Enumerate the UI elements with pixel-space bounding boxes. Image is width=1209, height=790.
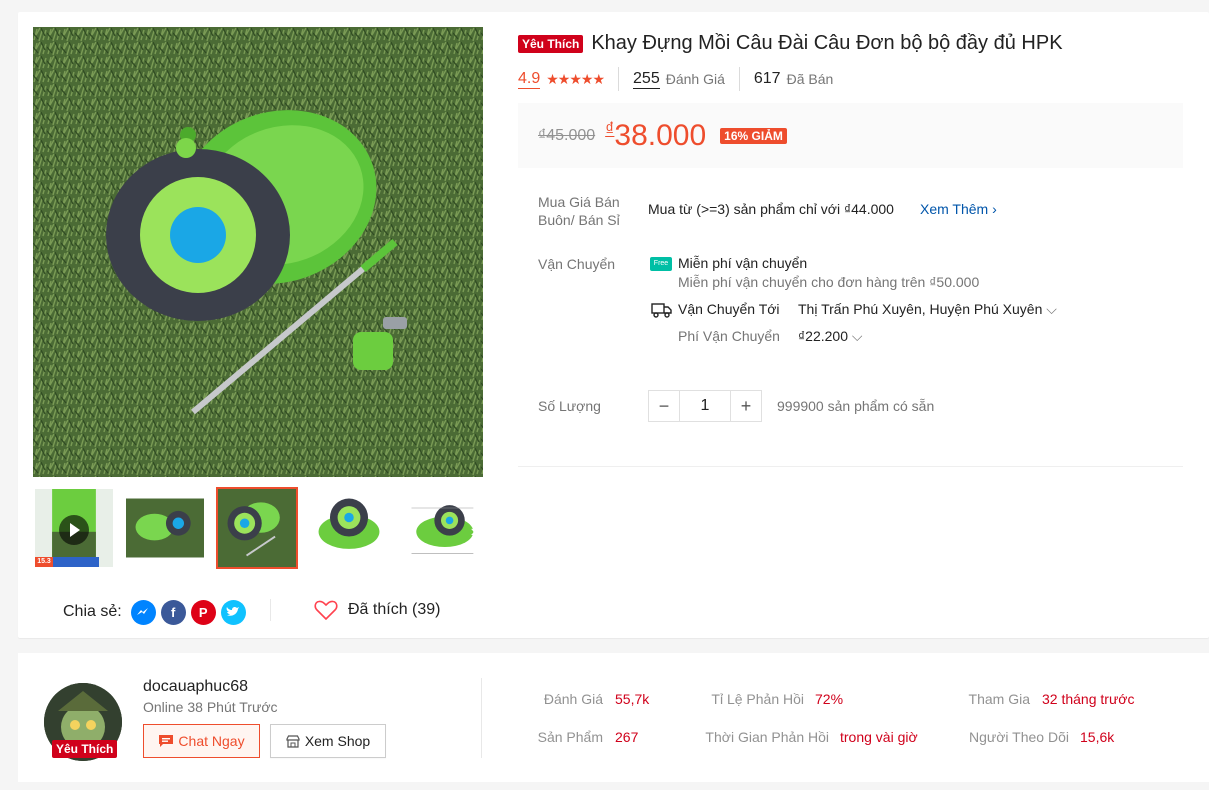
shop-name[interactable]: docauaphuc68 <box>143 678 248 696</box>
video-thumbnail[interactable]: 15.3 <box>33 487 115 569</box>
heart-icon <box>314 600 338 620</box>
stat-value-response-time: trong vài giờ <box>840 729 918 745</box>
free-shipping-subtitle: Miễn phí vận chuyển cho đơn hàng trên ₫5… <box>678 274 980 290</box>
original-price: ₫45.000 <box>538 126 596 144</box>
play-icon[interactable] <box>59 515 89 545</box>
thumbnail-4[interactable] <box>308 487 390 569</box>
product-card: 15.3 › Chia sẻ: f P Đã thích (39) Yêu Th… <box>18 12 1209 638</box>
chevron-right-icon[interactable]: › <box>471 523 476 541</box>
stat-value-joined: 32 tháng trước <box>1042 691 1135 707</box>
discount-badge: 16% GIẢM <box>720 127 787 144</box>
truck-icon <box>651 301 673 324</box>
free-shipping-icon: Free <box>650 257 672 271</box>
rating-separator <box>618 67 620 91</box>
shipping-label: Vận Chuyển <box>538 256 616 272</box>
video-badge: 15.3 <box>35 557 99 567</box>
thumbnail-strip: 15.3 › <box>33 487 483 571</box>
product-main-image[interactable] <box>33 27 483 477</box>
rating-value[interactable]: 4.9 <box>518 70 541 89</box>
ship-fee-dropdown[interactable]: ₫22.200 ⌵ <box>798 328 863 345</box>
stat-value-products[interactable]: 267 <box>615 729 638 745</box>
thumbnail-2[interactable] <box>124 487 206 569</box>
rating-row: 4.9 ★★★★★ 255 Đánh Giá 617 Đã Bán <box>518 67 834 91</box>
section-divider <box>518 466 1183 467</box>
rating-stars-icon: ★★★★★ <box>546 70 605 87</box>
wholesale-text: Mua từ (>=3) sản phẩm chỉ với ₫44.000 <box>648 201 894 217</box>
chat-icon <box>159 735 174 747</box>
like-count-label: Đã thích (39) <box>348 601 441 618</box>
product-title: Khay Đựng Mồi Câu Đài Câu Đơn bộ bộ đầy … <box>591 32 1063 54</box>
pinterest-icon[interactable]: P <box>190 599 216 625</box>
chat-now-button[interactable]: Chat Ngay <box>143 724 260 758</box>
ship-to-label: Vận Chuyển Tới <box>678 301 780 317</box>
chevron-down-icon: ⌵ <box>851 328 863 344</box>
stat-label-response-rate: Tỉ Lệ Phản Hồi <box>711 691 804 707</box>
ship-fee-label: Phí Vận Chuyển <box>678 328 780 344</box>
wholesale-more-link[interactable]: Xem Thêm › <box>920 201 997 217</box>
stat-label-products: Sản Phẩm <box>537 729 603 745</box>
messenger-icon[interactable] <box>130 599 156 625</box>
stat-label-ratings: Đánh Giá <box>543 691 603 707</box>
stat-label-followers: Người Theo Dõi <box>968 729 1069 745</box>
shop-online-status: Online 38 Phút Trước <box>143 699 278 715</box>
view-shop-button[interactable]: Xem Shop <box>270 724 386 758</box>
stat-value-ratings: 55,7k <box>615 691 650 707</box>
stat-value-followers: 15,6k <box>1080 729 1115 745</box>
thumbnail-3-selected[interactable] <box>216 487 298 569</box>
quantity-increase-button[interactable]: + <box>730 390 762 422</box>
share-label: Chia sẻ: <box>63 603 122 620</box>
shop-icon <box>286 734 300 748</box>
stat-label-joined: Tham Gia <box>968 691 1030 707</box>
share-row: Chia sẻ: f P <box>63 597 246 627</box>
share-divider <box>270 599 271 621</box>
quantity-label: Số Lượng <box>538 398 601 414</box>
current-price: 38.000 <box>614 118 707 152</box>
thumbnail-5[interactable]: › <box>400 487 482 569</box>
stat-label-response-time: Thời Gian Phản Hồi <box>705 729 829 745</box>
twitter-icon[interactable] <box>220 599 246 625</box>
stock-available: 999900 sản phẩm có sẵn <box>777 398 935 414</box>
ship-to-dropdown[interactable]: Thị Trấn Phú Xuyên, Huyện Phú Xuyên ⌵ <box>798 301 1057 318</box>
sold-label: Đã Bán <box>786 71 834 87</box>
product-title-row: Yêu Thích Khay Đựng Mồi Câu Đài Câu Đơn … <box>518 32 1063 55</box>
shop-favorite-badge: Yêu Thích <box>52 740 118 758</box>
stat-value-response-rate: 72% <box>815 691 844 707</box>
shop-divider <box>481 678 482 758</box>
sold-count: 617 <box>753 70 781 87</box>
price-box: ₫45.000 ₫ 38.000 16% GIẢM <box>518 103 1183 168</box>
quantity-input[interactable]: 1 <box>680 390 730 422</box>
shop-card: Yêu Thích docauaphuc68 Online 38 Phút Tr… <box>18 653 1209 782</box>
sold-separator <box>738 67 740 91</box>
currency-symbol: ₫ <box>605 119 615 139</box>
reviews-count[interactable]: 255 <box>633 70 660 89</box>
facebook-icon[interactable]: f <box>160 599 186 625</box>
chevron-down-icon: ⌵ <box>1046 301 1057 317</box>
reviews-label: Đánh Giá <box>665 71 725 87</box>
free-shipping-title: Miễn phí vận chuyển <box>678 255 808 271</box>
favorite-badge: Yêu Thích <box>518 34 584 53</box>
wholesale-label: Mua Giá Bán Buôn/ Bán Sỉ <box>538 194 620 228</box>
quantity-stepper: − 1 + <box>648 390 762 422</box>
chevron-right-icon: › <box>992 201 997 217</box>
like-button[interactable]: Đã thích (39) <box>314 597 440 623</box>
quantity-decrease-button[interactable]: − <box>648 390 680 422</box>
